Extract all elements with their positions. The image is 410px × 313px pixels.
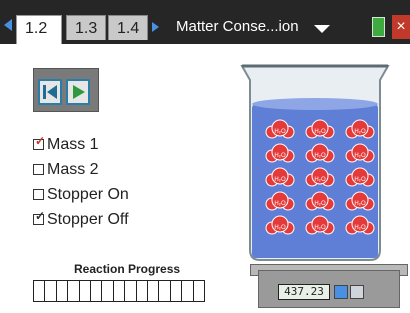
checkbox-mass-2[interactable]: Mass 2 [33,159,99,181]
triangle-right-icon[interactable] [152,22,159,32]
progress-segment [159,281,171,301]
progress-segment [148,281,160,301]
molecule-label: H₂O [274,225,286,231]
beaker: H₂O H₂O H₂O H₂O H₂O H₂O H₂O H₂O H₂O H₂O H₂O H₂O H₂O H… [240,64,390,261]
close-icon[interactable]: × [392,15,410,39]
progress-segment [171,281,183,301]
tab-label: 1.3 [75,20,98,37]
progress-segment [68,281,80,301]
document-title[interactable]: Matter Conse...ion [176,18,299,35]
progress-segment [34,281,46,301]
checkbox-stopper-on[interactable]: Stopper On [33,184,129,206]
progress-segment [102,281,114,301]
checkbox-box[interactable] [33,164,44,175]
molecule-label: H₂O [274,201,286,207]
molecule-label: H₂O [314,129,326,135]
tab-1-3[interactable]: 1.3 [66,15,106,40]
checkbox-box[interactable]: ✓ [33,210,45,225]
play-button[interactable] [66,79,90,105]
top-toolbar: 1.2 1.3 1.4 Matter Conse...ion × [0,0,410,44]
molecule-label: H₂O [354,129,366,135]
checkbox-stopper-off[interactable]: ✓ Stopper Off [33,209,129,231]
play-icon [73,85,85,99]
molecule-label: H₂O [274,153,286,159]
progress-segment [80,281,92,301]
progress-segment [114,281,126,301]
scale-button-gray[interactable] [350,285,364,299]
molecule-label: H₂O [314,201,326,207]
chevron-down-icon[interactable] [314,25,330,33]
checkbox-label: Stopper Off [47,211,129,228]
simulation-page: ✓ Mass 1 Mass 2 Stopper On ✓ Stopper Off R… [0,44,410,313]
check-mark-icon: ✓ [35,134,46,148]
molecule-label: H₂O [354,201,366,207]
progress-segment [57,281,69,301]
tab-1-2[interactable]: 1.2 [16,15,62,44]
reaction-progress-bar [33,280,205,302]
tab-label: 1.2 [25,20,48,37]
progress-label: Reaction Progress [74,262,181,276]
molecule-label: H₂O [314,153,326,159]
molecule-label: H₂O [314,225,326,231]
progress-segment [45,281,57,301]
tab-1-4[interactable]: 1.4 [108,15,148,40]
molecule-label: H₂O [274,129,286,135]
molecule-label: H₂O [354,177,366,183]
checkbox-label: Stopper On [47,186,129,203]
checkbox-label: Mass 2 [47,161,99,178]
molecule-label: H₂O [314,177,326,183]
molecule-label: H₂O [354,153,366,159]
progress-segment [91,281,103,301]
molecule-label: H₂O [274,177,286,183]
checkbox-box[interactable] [33,189,44,200]
battery-icon [372,17,385,37]
checkbox-label: Mass 1 [47,136,99,153]
skip-to-start-icon [43,85,57,99]
scale-readout: 437.23 [278,284,330,300]
progress-segment [194,281,204,301]
scale-button-blue[interactable] [334,285,348,299]
triangle-left-icon[interactable] [4,19,12,31]
tab-label: 1.4 [117,20,140,37]
checkbox-box[interactable]: ✓ [33,135,45,150]
progress-segment [137,281,149,301]
restart-button[interactable] [38,79,62,105]
progress-segment [182,281,194,301]
checkbox-mass-1[interactable]: ✓ Mass 1 [33,134,99,156]
animation-player [33,68,99,112]
progress-segment [125,281,137,301]
molecule-label: H₂O [354,225,366,231]
check-mark-icon: ✓ [35,209,46,223]
